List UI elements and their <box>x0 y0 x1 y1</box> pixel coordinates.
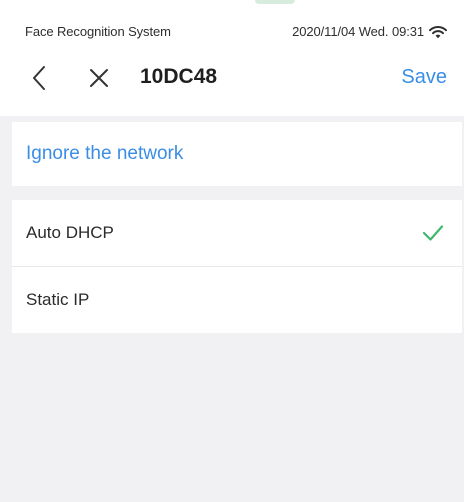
chevron-left-icon[interactable] <box>28 64 50 92</box>
page-title: 10DC48 <box>140 65 218 88</box>
ignore-network-section: Ignore the network <box>12 122 462 186</box>
network-settings-screen: Face Recognition System 2020/11/04 Wed. … <box>0 0 464 502</box>
auto-dhcp-label: Auto DHCP <box>26 223 114 242</box>
header-area: Face Recognition System 2020/11/04 Wed. … <box>0 0 464 116</box>
nav-bar: 10DC48 Save <box>0 54 464 104</box>
static-ip-label: Static IP <box>26 290 90 309</box>
checkmark-icon <box>422 225 444 241</box>
app-name: Face Recognition System <box>25 24 171 39</box>
static-ip-option[interactable]: Static IP <box>12 267 462 333</box>
ignore-network-button[interactable]: Ignore the network <box>26 143 183 165</box>
save-button[interactable]: Save <box>401 66 447 89</box>
close-icon[interactable] <box>88 67 110 89</box>
wifi-icon <box>429 26 447 39</box>
datetime: 2020/11/04 Wed. 09:31 <box>292 24 424 39</box>
ip-mode-list: Auto DHCP Static IP <box>12 200 462 333</box>
auto-dhcp-option[interactable]: Auto DHCP <box>12 200 462 266</box>
status-bar: Face Recognition System 2020/11/04 Wed. … <box>0 0 464 50</box>
